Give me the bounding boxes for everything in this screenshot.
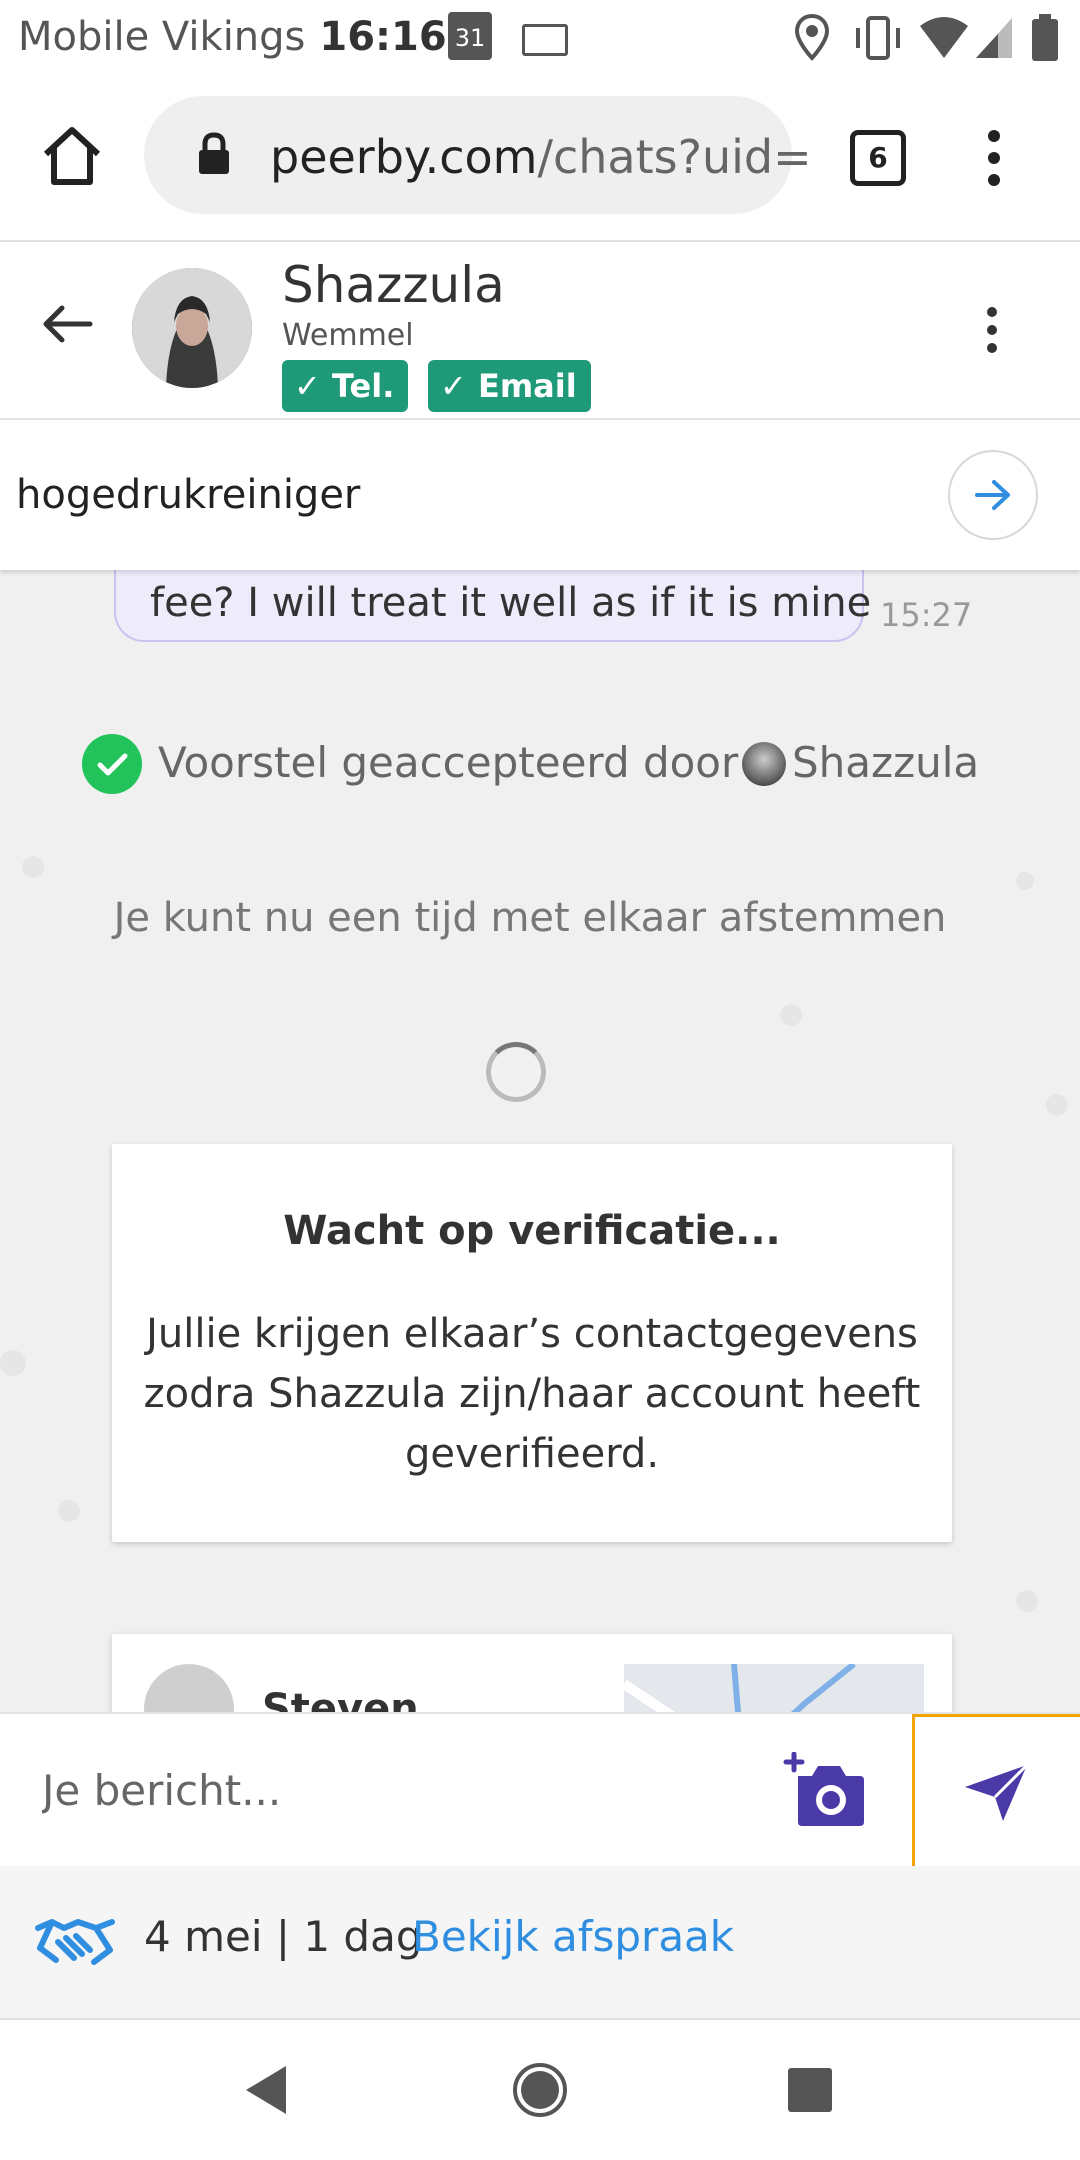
battery-icon: [1032, 14, 1058, 61]
add-photo-button[interactable]: [782, 1751, 866, 1828]
wifi-icon: [920, 17, 968, 58]
add-photo-icon: [783, 1751, 864, 1826]
subject-open-button[interactable]: [948, 450, 1038, 540]
vibrate-icon: [856, 16, 900, 60]
carrier-name: Mobile Vikings: [18, 14, 306, 60]
nav-recents-icon[interactable]: [786, 2066, 834, 2114]
badge-label: Tel.: [331, 367, 395, 405]
schedule-info-text: Je kunt nu een tijd met elkaar afstemmen: [113, 895, 947, 941]
lock-icon: [199, 132, 229, 174]
accepted-by-name: Shazzula: [792, 738, 980, 787]
home-icon[interactable]: [40, 124, 104, 188]
map-thumbnail: [621, 1661, 924, 1712]
background-dot: [780, 1004, 802, 1026]
agreement-card[interactable]: Steven: [112, 1634, 952, 1712]
avatar: [144, 1664, 234, 1712]
browser-toolbar: peerby.com/chats?uid= 6: [0, 76, 1080, 242]
signal-icon: [976, 18, 1012, 58]
agreement-date: 4 mei | 1 dag: [144, 1912, 423, 1961]
url-path: /chats?uid=: [537, 130, 812, 184]
loading-spinner: [486, 1042, 546, 1102]
message-composer: [0, 1712, 1080, 1868]
verification-body: Jullie krijgen elkaar’s contactgegevens …: [143, 1311, 921, 1477]
avatar-image: [132, 268, 252, 388]
subject-title: hogedrukreiniger: [16, 472, 361, 518]
message-bubble[interactable]: fee? I will treat it well as if it is mi…: [114, 570, 871, 642]
url-host: peerby.com: [270, 130, 538, 184]
chat-header: Shazzula Wemmel ✓ Tel. ✓ Email: [0, 242, 1080, 420]
message-text: fee? I will treat it well as if it is mi…: [150, 580, 872, 626]
tel-verified-badge: ✓ Tel.: [282, 360, 409, 412]
mini-avatar: [742, 742, 786, 786]
checkmark-icon: ✓: [294, 367, 321, 405]
background-dot: [1046, 1094, 1068, 1116]
background-dot: [1016, 1590, 1038, 1612]
handshake-icon: [35, 1919, 115, 1965]
chat-messages-area[interactable]: fee? I will treat it well as if it is mi…: [0, 570, 1080, 1712]
badge-label: Email: [477, 367, 577, 405]
verification-card: Wacht op verificatie... Jullie krijgen e…: [112, 1144, 952, 1542]
check-circle-icon: [82, 734, 142, 794]
avatar[interactable]: [132, 268, 252, 388]
view-agreement-link[interactable]: Bekijk afspraak: [412, 1912, 734, 1961]
message-timestamp: 15:27: [880, 596, 973, 634]
send-button[interactable]: [912, 1714, 1080, 1866]
status-time: 16:16: [319, 14, 447, 60]
message-input[interactable]: [40, 1754, 764, 1826]
nav-back-icon[interactable]: [242, 2064, 288, 2116]
nav-home-icon[interactable]: [512, 2062, 568, 2118]
subject-bar[interactable]: hogedrukreiniger: [0, 420, 1080, 570]
contact-location: Wemmel: [282, 318, 414, 353]
verification-title: Wacht op verificatie...: [283, 1208, 781, 1254]
more-vert-icon[interactable]: [980, 126, 1008, 190]
chat-options-icon[interactable]: [980, 304, 1004, 356]
agreement-contact-name: Steven: [262, 1686, 419, 1712]
system-navigation-bar: [0, 2020, 1080, 2160]
contact-name: Shazzula: [282, 256, 505, 314]
background-dot: [0, 1350, 26, 1376]
cast-icon: [522, 24, 568, 56]
background-dot: [22, 856, 44, 878]
background-dot: [58, 1500, 80, 1522]
tab-switcher-button[interactable]: 6: [850, 130, 906, 186]
back-arrow-icon[interactable]: [40, 302, 94, 346]
arrow-right-icon: [975, 480, 1010, 510]
email-verified-badge: ✓ Email: [428, 360, 591, 412]
checkmark-icon: ✓: [440, 367, 467, 405]
agreement-bar: 4 mei | 1 dag Bekijk afspraak: [0, 1866, 1080, 2020]
status-carrier: Mobile Vikings 16:16: [18, 14, 447, 60]
url-bar[interactable]: peerby.com/chats?uid=: [144, 96, 812, 214]
send-icon: [965, 1763, 1029, 1821]
url-text: peerby.com/chats?uid=: [270, 130, 812, 184]
calendar-icon: 31: [448, 12, 492, 60]
location-icon: [794, 14, 830, 61]
accepted-label: Voorstel geaccepteerd door: [158, 738, 739, 787]
status-bar: Mobile Vikings 16:16 31: [0, 0, 1080, 76]
